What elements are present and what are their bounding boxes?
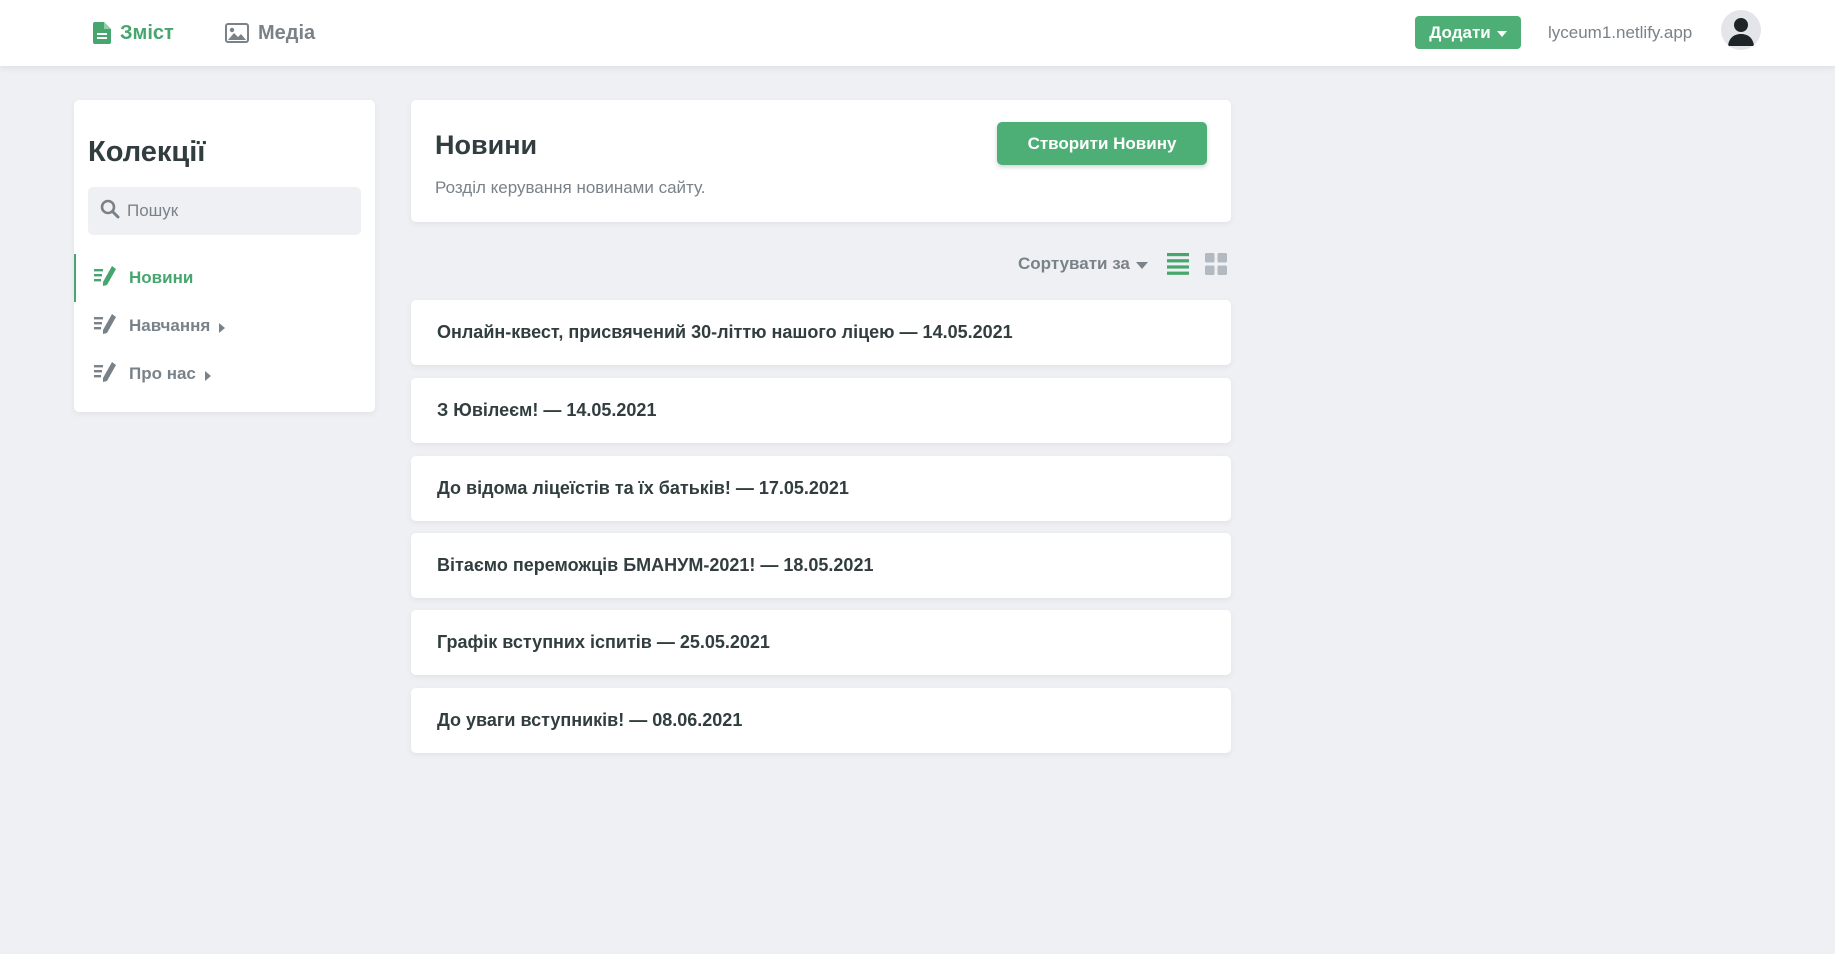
chevron-down-icon [1135, 261, 1148, 269]
collection-description: Розділ керування новинами сайту. [435, 178, 706, 197]
list-item[interactable]: Онлайн-квест, присвячений 30-літтю нашог… [411, 300, 1231, 365]
chevron-down-icon [1496, 30, 1507, 37]
create-entry-button[interactable]: Створити Новину [997, 122, 1207, 165]
list-item[interactable]: До відома ліцеїстів та їх батьків! — 17.… [411, 456, 1231, 521]
grid-view-icon[interactable] [1205, 253, 1227, 280]
sort-label: Сортувати за [1018, 254, 1130, 273]
top-bar: Зміст Медіа Додати lyceum1.netlify.app [0, 0, 1835, 66]
user-avatar-icon[interactable] [1721, 10, 1761, 50]
tab-media[interactable]: Медіа [225, 0, 315, 66]
collections-sidebar: Колекції Новини [74, 100, 375, 412]
edit-list-icon [94, 265, 116, 292]
caret-right-icon [219, 323, 226, 333]
search-icon [100, 199, 120, 224]
edit-list-icon [94, 313, 116, 340]
tab-content-label: Зміст [120, 21, 174, 44]
search-input[interactable] [127, 201, 357, 221]
list-item[interactable]: Графік вступних іспитів — 25.05.2021 [411, 610, 1231, 675]
tab-content[interactable]: Зміст [93, 0, 174, 66]
document-icon [93, 22, 111, 44]
list-view-icon[interactable] [1167, 253, 1189, 280]
search-box[interactable] [88, 187, 361, 235]
edit-list-icon [94, 361, 116, 388]
add-button[interactable]: Додати [1415, 16, 1521, 49]
image-icon [225, 23, 249, 43]
add-button-label: Додати [1429, 22, 1491, 42]
caret-right-icon [204, 371, 211, 381]
sidebar-item-education[interactable]: Навчання [74, 302, 375, 350]
sidebar-item-label: Про нас [129, 364, 196, 383]
list-item[interactable]: З Ювілеєм! — 14.05.2021 [411, 378, 1231, 443]
collection-header: Новини Розділ керування новинами сайту. … [411, 100, 1231, 222]
sidebar-title: Колекції [88, 136, 206, 168]
site-url-link[interactable]: lyceum1.netlify.app [1548, 0, 1692, 66]
sort-dropdown[interactable]: Сортувати за [1018, 252, 1148, 276]
sidebar-item-label: Навчання [129, 316, 211, 335]
tab-media-label: Медіа [258, 21, 316, 44]
list-item[interactable]: Вітаємо переможців БМАНУМ-2021! — 18.05.… [411, 533, 1231, 598]
list-item[interactable]: До уваги вступників! — 08.06.2021 [411, 688, 1231, 753]
sidebar-item-label: Новини [129, 268, 194, 287]
sidebar-item-about[interactable]: Про нас [74, 350, 375, 398]
sidebar-item-news[interactable]: Новини [74, 254, 375, 302]
page-title: Новини [435, 130, 538, 160]
